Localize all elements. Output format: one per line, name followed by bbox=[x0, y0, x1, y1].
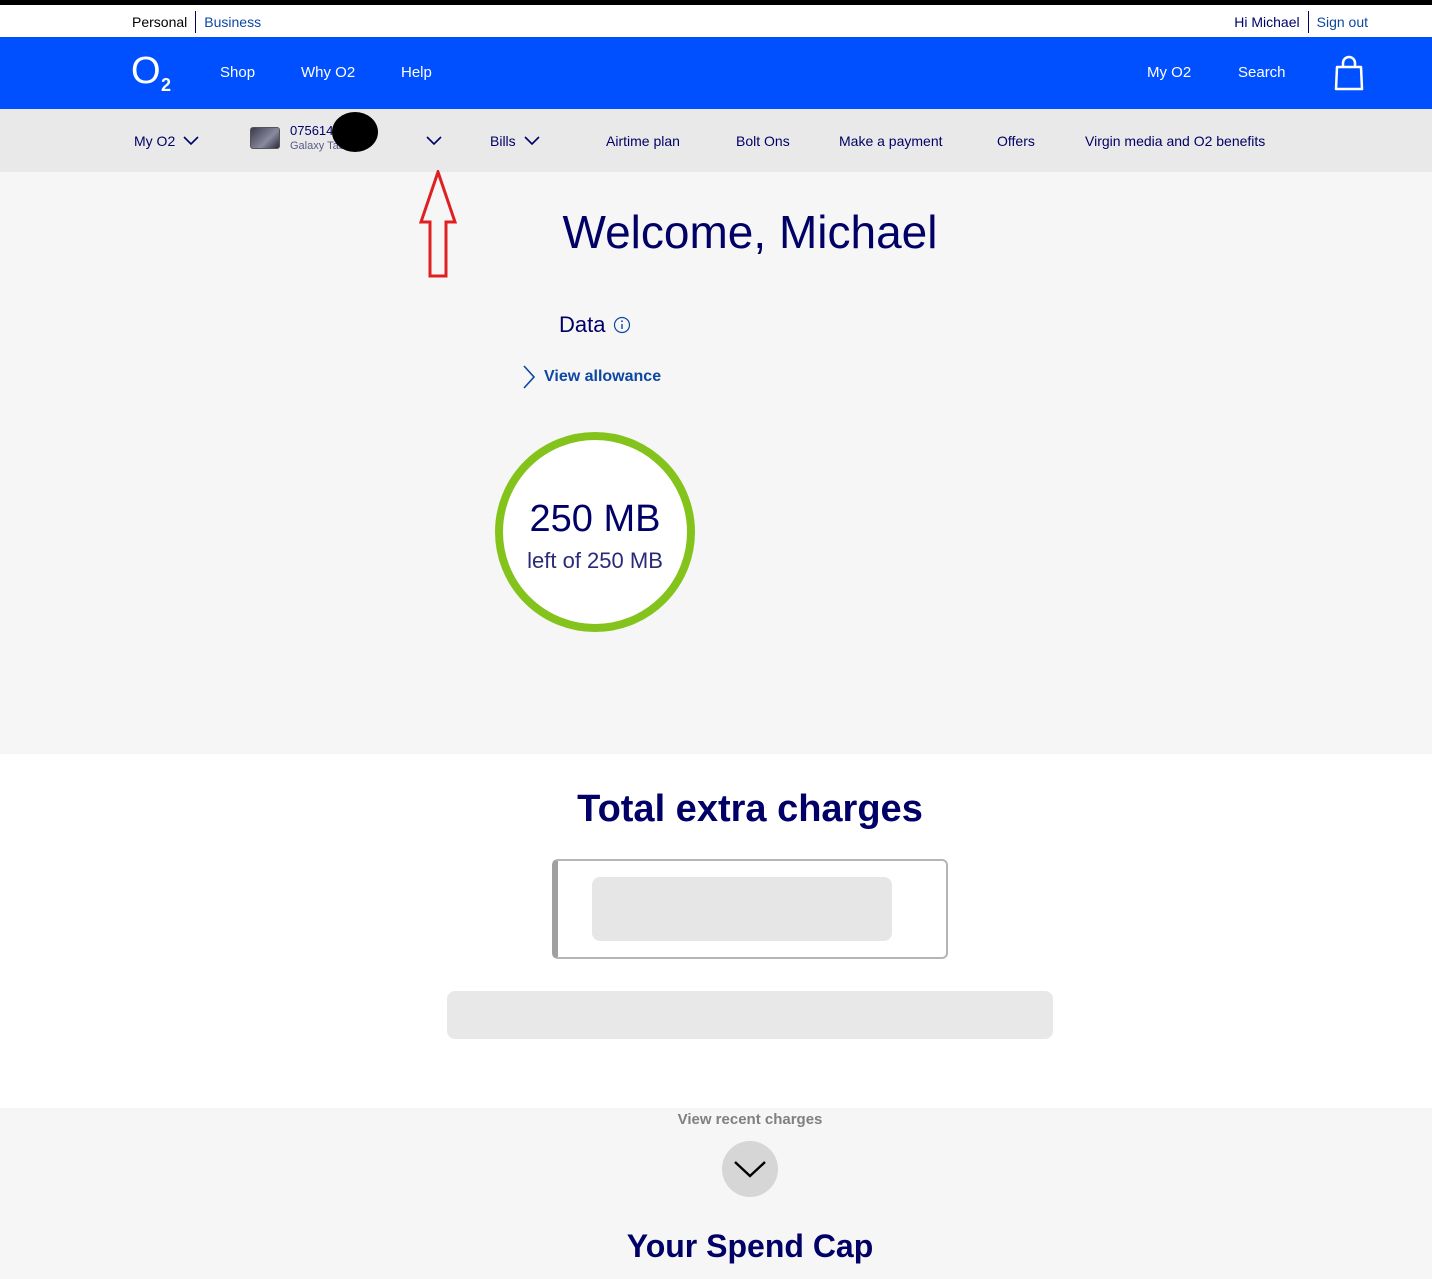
subnav-my-o2[interactable]: My O2 bbox=[134, 133, 199, 149]
loading-skeleton-bar bbox=[447, 991, 1053, 1039]
logo-letter: O bbox=[131, 53, 161, 92]
sub-nav: My O2 075614 Galaxy Tab Bills Airtime pl… bbox=[0, 109, 1432, 172]
data-label: Data bbox=[559, 312, 606, 337]
subnav-bills[interactable]: Bills bbox=[490, 133, 540, 149]
divider bbox=[1307, 11, 1309, 33]
nav-help[interactable]: Help bbox=[401, 64, 432, 81]
subnav-benefits[interactable]: Virgin media and O2 benefits bbox=[1085, 133, 1265, 149]
chevron-down-icon bbox=[183, 136, 199, 146]
device-chevron-down-icon[interactable] bbox=[426, 136, 442, 146]
logo-subscript: 2 bbox=[161, 75, 171, 93]
loading-skeleton bbox=[592, 877, 892, 941]
view-recent-charges-button[interactable] bbox=[722, 1141, 778, 1197]
business-link[interactable]: Business bbox=[204, 14, 261, 30]
extra-charges-card bbox=[552, 859, 948, 959]
nav-search[interactable]: Search bbox=[1238, 64, 1286, 81]
sign-out-link[interactable]: Sign out bbox=[1317, 14, 1368, 30]
nav-why-o2[interactable]: Why O2 bbox=[301, 64, 355, 81]
subnav-make-payment[interactable]: Make a payment bbox=[839, 133, 943, 149]
redaction-mark bbox=[332, 112, 378, 152]
device-selector[interactable]: 075614 Galaxy Tab bbox=[250, 123, 345, 152]
data-usage-ring: 250 MB left of 250 MB bbox=[495, 432, 695, 632]
utility-bar: Personal Business Hi Michael Sign out bbox=[0, 5, 1432, 37]
chevron-down-icon bbox=[734, 1161, 766, 1178]
nav-my-o2[interactable]: My O2 bbox=[1147, 64, 1191, 81]
view-allowance-label: View allowance bbox=[544, 368, 662, 385]
subnav-my-o2-label: My O2 bbox=[134, 133, 176, 149]
page-title: Welcome, Michael bbox=[562, 206, 938, 258]
divider bbox=[195, 11, 197, 33]
view-allowance-link[interactable]: View allowance bbox=[522, 364, 661, 390]
shopping-bag-icon[interactable] bbox=[1334, 55, 1364, 91]
chevron-right-icon bbox=[523, 365, 536, 389]
view-recent-charges-label: View recent charges bbox=[677, 1111, 823, 1128]
data-total: left of 250 MB bbox=[527, 548, 663, 573]
segment-switcher: Personal Business bbox=[132, 11, 261, 33]
account-links: Hi Michael Sign out bbox=[1234, 11, 1368, 33]
data-heading: Data bbox=[559, 312, 631, 338]
chevron-down-icon bbox=[524, 136, 540, 146]
info-icon[interactable] bbox=[613, 316, 631, 334]
main-nav: O 2 Shop Why O2 Help My O2 Search bbox=[0, 37, 1432, 109]
o2-logo[interactable]: O 2 bbox=[131, 53, 179, 93]
subnav-airtime-plan[interactable]: Airtime plan bbox=[606, 133, 680, 149]
nav-shop[interactable]: Shop bbox=[220, 64, 255, 81]
greeting: Hi Michael bbox=[1234, 14, 1300, 30]
tablet-thumbnail bbox=[250, 126, 280, 149]
extra-charges-title: Total extra charges bbox=[577, 788, 923, 830]
data-remaining: 250 MB bbox=[529, 498, 661, 540]
personal-link[interactable]: Personal bbox=[132, 14, 187, 30]
subnav-bills-label: Bills bbox=[490, 133, 516, 149]
spend-cap-title: Your Spend Cap bbox=[626, 1228, 874, 1264]
subnav-bolt-ons[interactable]: Bolt Ons bbox=[736, 133, 790, 149]
subnav-offers[interactable]: Offers bbox=[997, 133, 1035, 149]
